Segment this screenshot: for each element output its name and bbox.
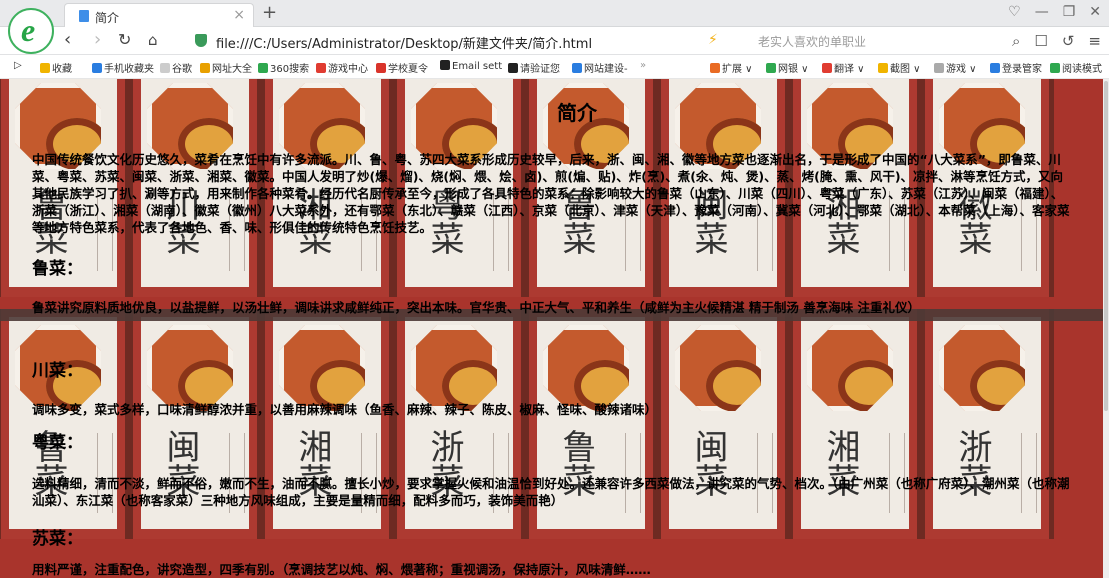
address-bar[interactable]: file:///C:/Users/Administrator/Desktop/新… [190, 31, 700, 52]
menu-icon[interactable]: ≡ [1088, 32, 1101, 50]
skin-icon[interactable]: ♡ [1008, 4, 1021, 20]
section-text: 鲁菜讲究原料质地优良，以盐提鲜，以汤壮鲜，调味讲求咸鲜纯正，突出本味。官华贵、中… [32, 300, 921, 315]
bookmark-item[interactable]: 收藏 [40, 60, 72, 75]
intro-paragraph: 中国传统餐饮文化历史悠久，菜肴在烹饪中有许多流派。川、鲁、粤、苏四大菜系形成历史… [32, 152, 1070, 235]
bookmark-item[interactable]: 谷歌 [160, 60, 192, 75]
section-text: 选料精细，清而不淡，鲜而不俗，嫩而不生，油而不腻。擅长小炒，要求掌握火候和油温恰… [32, 476, 1070, 508]
tool-item[interactable]: 游戏 ∨ [934, 60, 977, 75]
close-tab-icon[interactable]: × [233, 7, 245, 23]
more-bookmarks-icon[interactable]: » [640, 60, 646, 71]
sidebar-toggle-icon[interactable]: ▷ [14, 60, 22, 71]
tab-bar: 简介 × + ♡ — ❐ ✕ [0, 0, 1109, 27]
tool-item[interactable]: 网银 ∨ [766, 60, 809, 75]
search-icon[interactable]: ⌕ [1012, 32, 1020, 50]
bookmark-item[interactable]: 学校夏令 [376, 60, 428, 75]
search-input[interactable]: 老实人喜欢的单职业 [758, 33, 866, 50]
shield-icon [195, 34, 207, 47]
close-window-icon[interactable]: ✕ [1089, 4, 1101, 20]
section-text: 调味多变，菜式多样，口味清鲜醇浓并重，以善用麻辣调味（鱼香、麻辣、辣子、陈皮、椒… [32, 402, 658, 417]
bookmark-item[interactable]: 网址大全 [200, 60, 252, 75]
lightning-icon[interactable]: ⚡ [708, 32, 718, 48]
page-title: 简介 [557, 101, 597, 125]
section-heading: 川菜： [32, 361, 83, 381]
bookmark-item[interactable]: 360搜索 [258, 60, 309, 75]
scrollbar[interactable] [1103, 79, 1109, 578]
tab-title: 简介 [95, 11, 120, 25]
bookmark-item[interactable]: 手机收藏夹 [92, 60, 154, 75]
nav-toolbar: ‹ › ↻ ⌂ file:///C:/Users/Administrator/D… [0, 27, 1109, 55]
tool-item[interactable]: 阅读模式 [1050, 60, 1102, 75]
url-text: file:///C:/Users/Administrator/Desktop/新… [216, 37, 593, 52]
tool-item[interactable]: 翻译 ∨ [822, 60, 865, 75]
minimize-icon[interactable]: — [1035, 4, 1049, 20]
home-icon[interactable]: ⌂ [148, 31, 158, 49]
bookmark-icon[interactable]: ☐ [1034, 32, 1047, 50]
forward-icon[interactable]: › [94, 31, 101, 49]
bookmark-item[interactable]: 游戏中心 [316, 60, 368, 75]
section-text: 用料严谨，注重配色，讲究造型，四季有别。（烹调技艺以炖、焖、煨著称；重视调汤，保… [32, 562, 651, 577]
section-heading: 鲁菜： [32, 259, 83, 279]
tool-item[interactable]: 登录管家 [990, 60, 1042, 75]
bookmark-item[interactable]: Email sett [440, 60, 502, 72]
tab-jianjie[interactable]: 简介 × [64, 3, 254, 27]
bookmark-bar: ▷ 收藏 手机收藏夹 谷歌 网址大全 360搜索 游戏中心 学校夏令 Email… [0, 55, 1109, 79]
tool-item[interactable]: 截图 ∨ [878, 60, 921, 75]
back-icon[interactable]: ‹ [64, 31, 71, 49]
scrollbar-thumb[interactable] [1104, 81, 1108, 411]
bookmark-item[interactable]: 请验证您 [508, 60, 560, 75]
refresh-icon[interactable]: ↻ [118, 31, 131, 49]
page-content: 鲁菜 川菜 湘菜 粤菜 鲁菜 闽菜 湘菜 徽菜 鲁菜 闽菜 湘菜 浙菜 鲁菜 闽菜 湘菜 浙菜 简介 中国传统… [0, 79, 1103, 578]
section-heading: 粤菜： [32, 433, 83, 453]
browser-logo[interactable]: e [8, 8, 54, 54]
undo-icon[interactable]: ↺ [1062, 32, 1075, 50]
bookmark-item[interactable]: 网站建设- [572, 60, 628, 75]
restore-icon[interactable]: ❐ [1063, 4, 1076, 20]
document-icon [79, 10, 89, 22]
tool-item[interactable]: 扩展 ∨ [710, 60, 753, 75]
section-heading: 苏菜： [32, 529, 83, 549]
new-tab-icon[interactable]: + [262, 2, 277, 23]
